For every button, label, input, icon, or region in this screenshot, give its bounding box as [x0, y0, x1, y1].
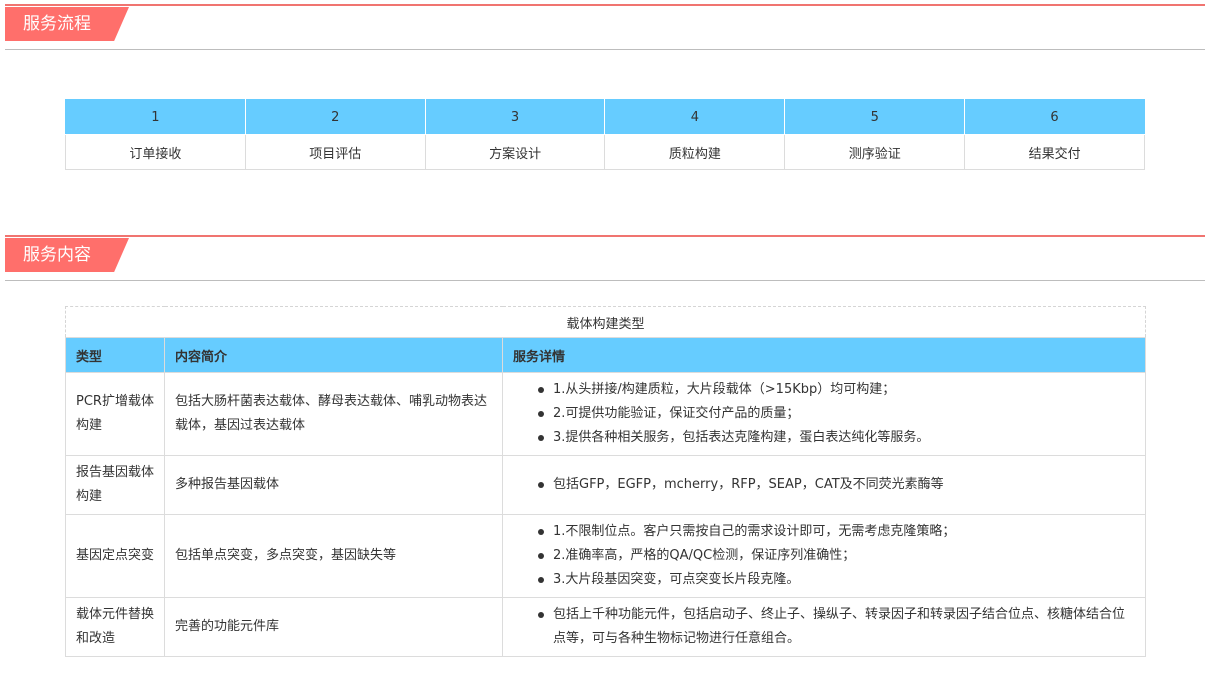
step-number: 2: [244, 99, 426, 135]
step-name: 结果交付: [964, 134, 1145, 170]
section-bottom-line: [5, 49, 1205, 50]
section-title: 服务流程: [5, 7, 129, 41]
table-row: 基因定点突变 包括单点突变，多点突变，基因缺失等 1.不限制位点。客户只需按自己…: [65, 514, 1147, 598]
step-number: 6: [964, 99, 1145, 135]
list-item: 2.可提供功能验证，保证交付产品的质量；: [513, 402, 1135, 426]
step-name: 项目评估: [244, 134, 426, 170]
row-intro: 完善的功能元件库: [164, 597, 503, 657]
row-detail: 包括上千种功能元件，包括启动子、终止子、操纵子、转录因子和转录因子结合位点、核糖…: [501, 597, 1147, 657]
table-row: 载体元件替换和改造 完善的功能元件库 包括上千种功能元件，包括启动子、终止子、操…: [65, 597, 1147, 657]
list-item: 1.不限制位点。客户只需按自己的需求设计即可，无需考虑克隆策略；: [513, 520, 1135, 544]
column-header-type: 类型: [65, 337, 165, 373]
list-item: 包括上千种功能元件，包括启动子、终止子、操纵子、转录因子和转录因子结合位点、核糖…: [513, 603, 1135, 651]
list-item: 3.提供各种相关服务，包括表达克隆构建，蛋白表达纯化等服务。: [513, 426, 1135, 450]
table-caption: 载体构建类型: [64, 306, 1147, 338]
step-name: 方案设计: [424, 134, 606, 170]
section-header-process: 服务流程: [5, 4, 1205, 50]
row-intro: 多种报告基因载体: [164, 455, 503, 515]
list-item: 包括GFP，EGFP，mcherry，RFP，SEAP，CAT及不同荧光素酶等: [513, 473, 1135, 497]
step-number: 4: [604, 99, 786, 135]
section-bottom-line: [5, 280, 1205, 281]
table-row: 报告基因载体构建 多种报告基因载体 包括GFP，EGFP，mcherry，RFP…: [65, 455, 1147, 515]
table-row: PCR扩增载体构建 包括大肠杆菌表达载体、酵母表达载体、哺乳动物表达载体，基因过…: [65, 372, 1147, 456]
process-table: 1 2 3 4 5 6 订单接收 项目评估 方案设计 质粒构建 测序验证 结果交…: [65, 99, 1145, 170]
list-item: 3.大片段基因突变，可点突变长片段克隆。: [513, 568, 1135, 592]
row-detail: 包括GFP，EGFP，mcherry，RFP，SEAP，CAT及不同荧光素酶等: [501, 455, 1147, 515]
row-intro: 包括大肠杆菌表达载体、酵母表达载体、哺乳动物表达载体，基因过表达载体: [164, 372, 503, 456]
row-detail: 1.不限制位点。客户只需按自己的需求设计即可，无需考虑克隆策略； 2.准确率高，…: [501, 514, 1147, 598]
step-number: 5: [784, 99, 966, 135]
row-detail: 1.从头拼接/构建质粒，大片段载体（>15Kbp）均可构建； 2.可提供功能验证…: [501, 372, 1147, 456]
column-header-intro: 内容简介: [164, 337, 503, 373]
row-type: 载体元件替换和改造: [65, 597, 165, 657]
step-name: 订单接收: [65, 134, 246, 170]
section-top-line: [5, 235, 1205, 237]
step-name: 质粒构建: [604, 134, 786, 170]
list-item: 1.从头拼接/构建质粒，大片段载体（>15Kbp）均可构建；: [513, 378, 1135, 402]
process-step-names: 订单接收 项目评估 方案设计 质粒构建 测序验证 结果交付: [65, 134, 1145, 170]
step-name: 测序验证: [784, 134, 966, 170]
step-number: 3: [424, 99, 606, 135]
section-title: 服务内容: [5, 238, 129, 272]
step-number: 1: [65, 99, 246, 135]
row-type: 报告基因载体构建: [65, 455, 165, 515]
process-step-numbers: 1 2 3 4 5 6: [65, 99, 1145, 135]
row-intro: 包括单点突变，多点突变，基因缺失等: [164, 514, 503, 598]
row-type: PCR扩增载体构建: [65, 372, 165, 456]
row-type: 基因定点突变: [65, 514, 165, 598]
service-content-table: 载体构建类型 类型 内容简介 服务详情 PCR扩增载体构建 包括大肠杆菌表达载体…: [64, 306, 1147, 657]
section-header-content: 服务内容: [5, 235, 1205, 281]
section-top-line: [5, 4, 1205, 6]
list-item: 2.准确率高，严格的QA/QC检测，保证序列准确性；: [513, 544, 1135, 568]
table-header-row: 类型 内容简介 服务详情: [65, 337, 1147, 373]
column-header-detail: 服务详情: [501, 337, 1147, 373]
